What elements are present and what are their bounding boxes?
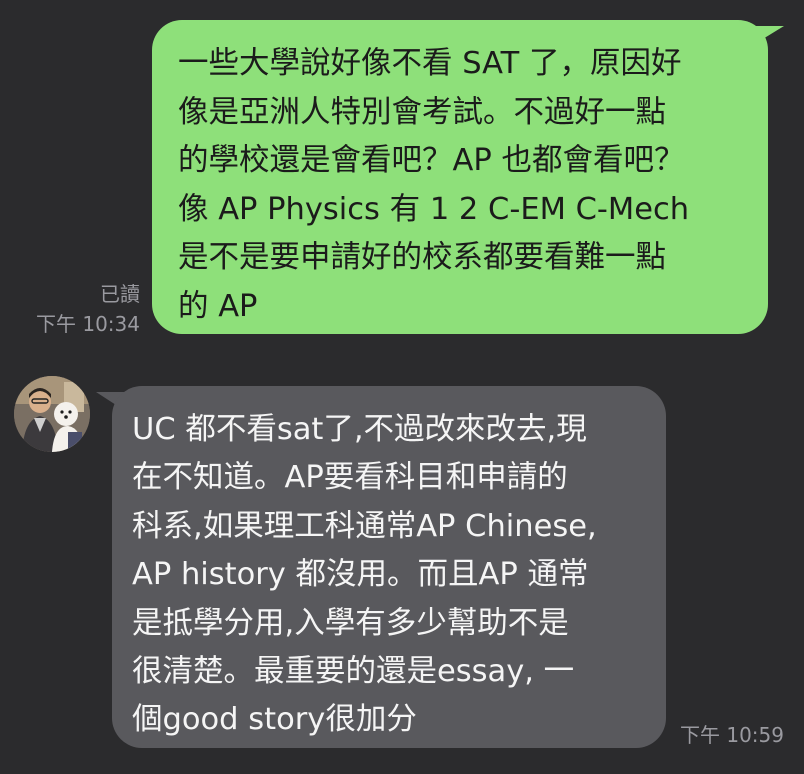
chat-view: 一些大學說好像不看 SAT 了，原因好 像是亞洲人特別會考試。不過好一點 的學校… [0, 0, 804, 774]
avatar[interactable] [14, 376, 90, 452]
avatar-photo [14, 376, 90, 452]
outgoing-message-bubble[interactable]: 一些大學說好像不看 SAT 了，原因好 像是亞洲人特別會考試。不過好一點 的學校… [152, 20, 768, 334]
outgoing-timestamp: 下午 10:34 [36, 312, 140, 336]
read-receipt: 已讀 [100, 282, 140, 306]
incoming-timestamp: 下午 10:59 [680, 723, 784, 747]
incoming-message-bubble[interactable]: UC 都不看sat了,不過改來改去,現 在不知道。AP要看科目和申請的 科系,如… [112, 386, 666, 748]
